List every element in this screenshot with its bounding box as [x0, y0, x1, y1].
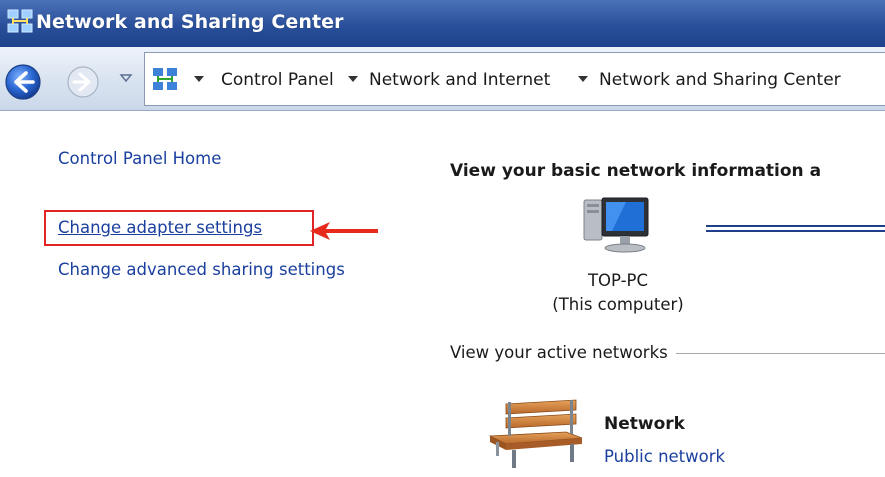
control-panel-home-link[interactable]: Control Panel Home	[58, 148, 221, 170]
change-adapter-settings-link[interactable]: Change adapter settings	[58, 217, 262, 239]
forward-arrow-icon[interactable]	[66, 65, 100, 99]
title-bar: Network and Sharing Center	[0, 0, 885, 47]
network-center-icon	[7, 9, 33, 33]
recent-pages-dropdown-icon[interactable]	[119, 72, 133, 84]
network-center-icon	[153, 68, 177, 90]
connection-line	[706, 225, 885, 232]
breadcrumb-network-and-internet[interactable]: Network and Internet	[369, 68, 550, 92]
bench-icon	[488, 399, 583, 468]
change-advanced-sharing-settings-link[interactable]: Change advanced sharing settings	[58, 259, 345, 281]
breadcrumb-control-panel[interactable]: Control Panel	[221, 68, 334, 92]
chevron-down-icon[interactable]	[347, 74, 359, 84]
computer-subtitle: (This computer)	[552, 295, 684, 314]
address-bar: Control Panel Network and Internet Netwo…	[0, 47, 885, 111]
network-type-link[interactable]: Public network	[604, 446, 725, 468]
active-networks-label: View your active networks	[450, 342, 676, 364]
address-field[interactable]: Control Panel Network and Internet Netwo…	[144, 52, 885, 106]
window-title: Network and Sharing Center	[36, 11, 344, 33]
chevron-down-icon[interactable]	[193, 74, 205, 84]
computer-name: TOP-PC	[587, 271, 649, 290]
network-name: Network	[604, 414, 685, 434]
page-heading: View your basic network information a	[450, 161, 822, 181]
computer-icon[interactable]	[582, 196, 654, 254]
breadcrumb-network-and-sharing-center[interactable]: Network and Sharing Center	[599, 68, 841, 92]
back-arrow-icon[interactable]	[4, 63, 42, 101]
chevron-down-icon[interactable]	[577, 74, 589, 84]
annotation-arrow-icon	[310, 222, 378, 240]
